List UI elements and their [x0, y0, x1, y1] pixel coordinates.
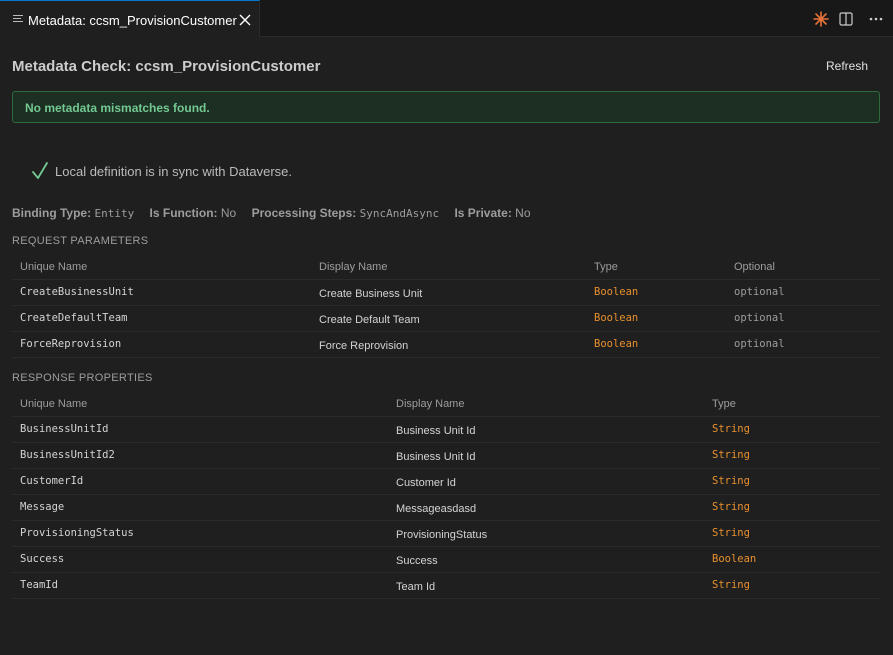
- type-cell: String: [704, 494, 880, 521]
- table-row: CustomerId Customer Id String: [12, 468, 880, 495]
- processing-steps-value: SyncAndAsync: [359, 207, 440, 220]
- binding-type-label: Binding Type:: [12, 206, 92, 220]
- table-row: Message Messageasdasd String: [12, 494, 880, 521]
- display-name-cell: Success: [388, 546, 704, 573]
- unique-name-cell: BusinessUnitId2: [12, 442, 388, 469]
- type-cell: Boolean: [586, 331, 726, 358]
- checkmark-icon: [31, 161, 49, 181]
- is-private: Is Private: No: [454, 206, 530, 220]
- sparkle-icon[interactable]: [813, 11, 829, 27]
- display-name-cell: Business Unit Id: [388, 442, 704, 469]
- type-cell: String: [704, 442, 880, 469]
- type-cell: String: [704, 416, 880, 443]
- is-function-label: Is Function:: [149, 206, 218, 220]
- type-cell: String: [704, 520, 880, 547]
- sync-status-text: Local definition is in sync with Dataver…: [55, 164, 293, 179]
- display-name-cell: Create Business Unit: [311, 279, 586, 306]
- table-row: ForceReprovision Force Reprovision Boole…: [12, 331, 880, 358]
- unique-name-cell: TeamId: [12, 572, 388, 599]
- type-cell: String: [704, 572, 880, 599]
- processing-steps-label: Processing Steps:: [251, 206, 357, 220]
- optional-cell: optional: [726, 279, 880, 306]
- unique-name-cell: BusinessUnitId: [12, 416, 388, 443]
- is-private-value: No: [515, 206, 531, 220]
- binding-type: Binding Type: Entity: [12, 206, 134, 220]
- table-row: CreateBusinessUnit Create Business Unit …: [12, 279, 880, 306]
- table-row: TeamId Team Id String: [12, 572, 880, 599]
- editor-tab-bar: Metadata: ccsm_ProvisionCustomer: [0, 0, 893, 37]
- refresh-button[interactable]: Refresh: [814, 53, 880, 79]
- column-header: Display Name: [388, 392, 704, 417]
- column-header: Unique Name: [12, 392, 388, 417]
- status-banner-text: No metadata mismatches found.: [25, 101, 210, 115]
- unique-name-cell: ProvisioningStatus: [12, 520, 388, 547]
- request-parameters-heading: REQUEST PARAMETERS: [12, 235, 149, 247]
- display-name-cell: Create Default Team: [311, 305, 586, 332]
- status-banner: No metadata mismatches found.: [12, 91, 880, 123]
- display-name-cell: Messageasdasd: [388, 494, 704, 521]
- unique-name-cell: Message: [12, 494, 388, 521]
- table-row: BusinessUnitId2 Business Unit Id String: [12, 442, 880, 469]
- more-actions-icon[interactable]: [868, 11, 884, 27]
- unique-name-cell: ForceReprovision: [12, 331, 311, 358]
- optional-cell: optional: [726, 331, 880, 358]
- response-properties-table: Unique Name Display Name Type BusinessUn…: [12, 392, 880, 599]
- unique-name-cell: CreateDefaultTeam: [12, 305, 311, 332]
- table-row: BusinessUnitId Business Unit Id String: [12, 416, 880, 443]
- column-header: Type: [586, 255, 726, 280]
- table-row: Success Success Boolean: [12, 546, 880, 573]
- tab-title: Metadata: ccsm_ProvisionCustomer: [28, 13, 237, 28]
- display-name-cell: Team Id: [388, 572, 704, 599]
- display-name-cell: Customer Id: [388, 468, 704, 495]
- display-name-cell: ProvisioningStatus: [388, 520, 704, 547]
- close-icon[interactable]: [238, 13, 252, 27]
- type-cell: Boolean: [704, 546, 880, 573]
- request-parameters-table: Unique Name Display Name Type Optional C…: [12, 255, 880, 358]
- response-properties-heading: RESPONSE PROPERTIES: [12, 372, 153, 384]
- is-function-value: No: [220, 206, 237, 220]
- optional-cell: optional: [726, 305, 880, 332]
- unique-name-cell: CreateBusinessUnit: [12, 279, 311, 306]
- type-cell: Boolean: [586, 305, 726, 332]
- type-cell: String: [704, 468, 880, 495]
- table-row: CreateDefaultTeam Create Default Team Bo…: [12, 305, 880, 332]
- unique-name-cell: Success: [12, 546, 388, 573]
- column-header: Optional: [726, 255, 880, 280]
- table-header-row: Unique Name Display Name Type: [12, 392, 880, 417]
- editor-tab[interactable]: Metadata: ccsm_ProvisionCustomer: [0, 0, 260, 37]
- page-title: Metadata Check: ccsm_ProvisionCustomer: [12, 58, 321, 75]
- column-header: Type: [704, 392, 880, 417]
- column-header: Unique Name: [12, 255, 311, 280]
- display-name-cell: Force Reprovision: [311, 331, 586, 358]
- table-header-row: Unique Name Display Name Type Optional: [12, 255, 880, 280]
- type-cell: Boolean: [586, 279, 726, 306]
- processing-steps: Processing Steps: SyncAndAsync: [252, 206, 440, 220]
- binding-type-value: Entity: [94, 207, 135, 220]
- is-private-label: Is Private:: [454, 206, 512, 220]
- split-editor-icon[interactable]: [839, 12, 853, 26]
- column-header: Display Name: [311, 255, 586, 280]
- display-name-cell: Business Unit Id: [388, 416, 704, 443]
- unique-name-cell: CustomerId: [12, 468, 388, 495]
- is-function: Is Function: No: [150, 206, 237, 220]
- file-lines-icon: [13, 15, 23, 24]
- metadata-summary: Binding Type: Entity Is Function: No Pro…: [12, 206, 543, 222]
- table-row: ProvisioningStatus ProvisioningStatus St…: [12, 520, 880, 547]
